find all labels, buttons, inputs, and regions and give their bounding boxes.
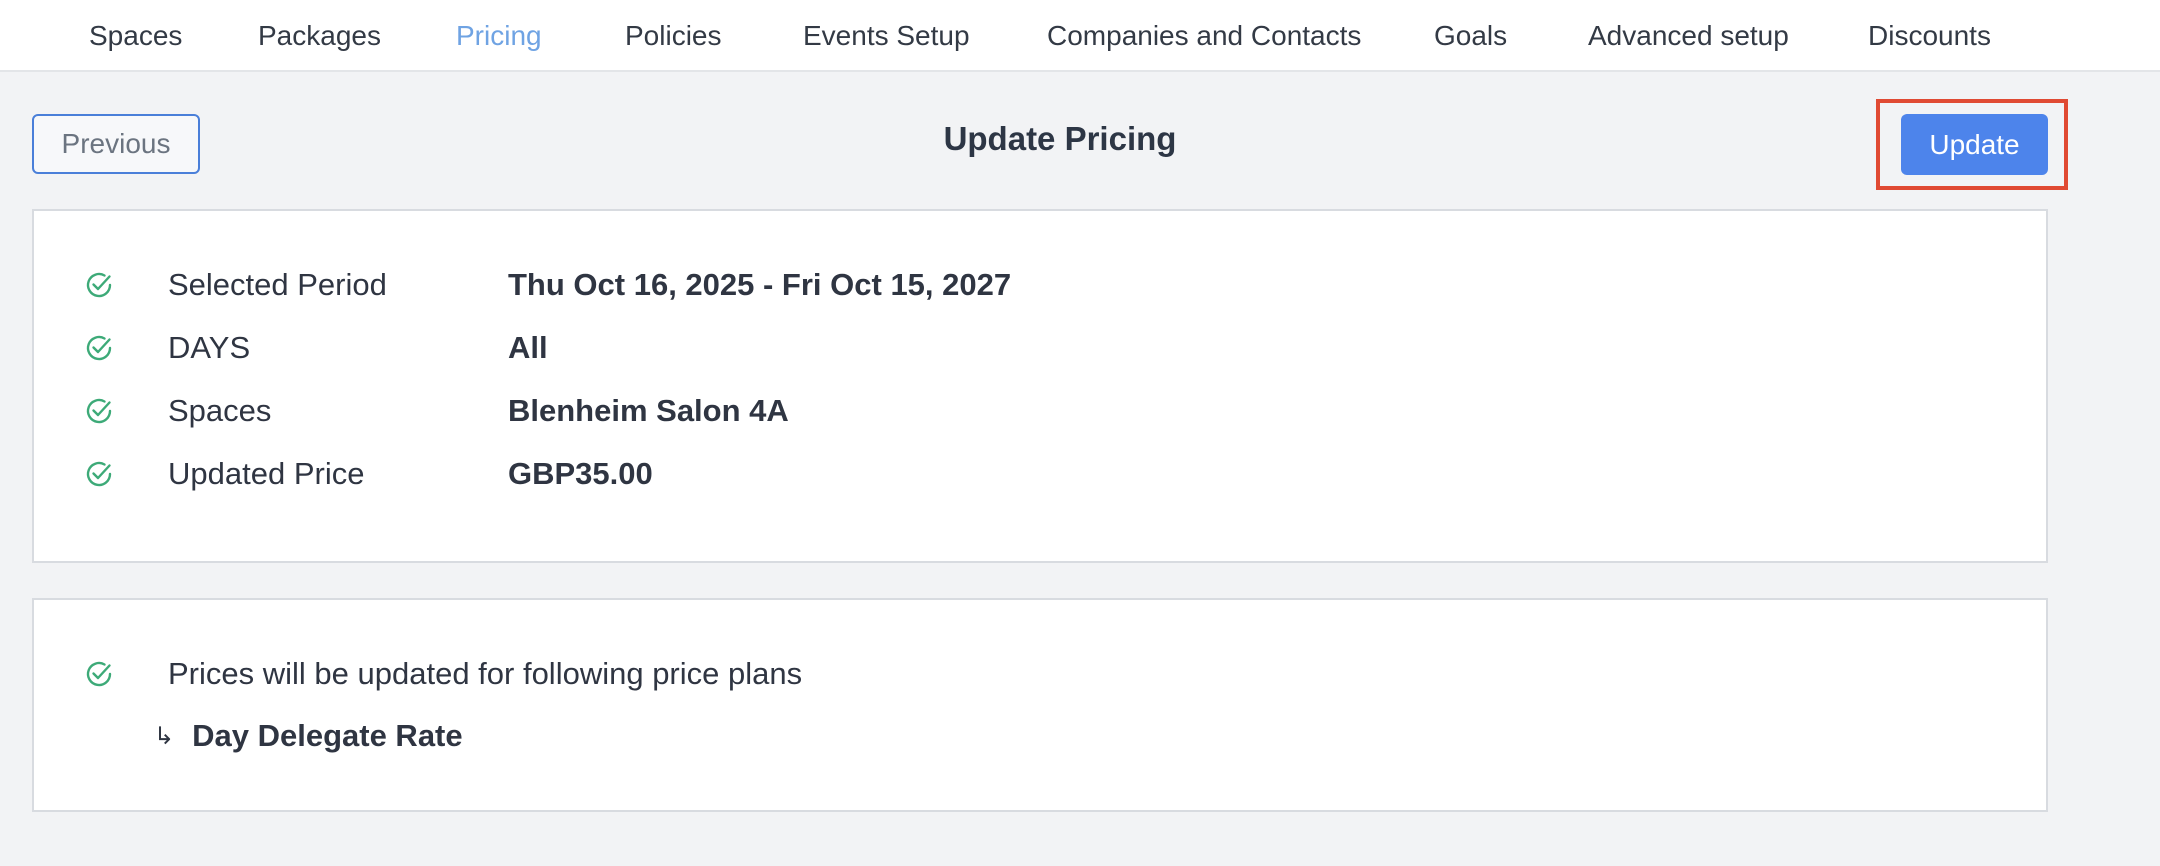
tab-advanced-setup[interactable]: Advanced setup — [1588, 20, 1789, 52]
days-label: DAYS — [168, 330, 251, 365]
tab-spaces[interactable]: Spaces — [89, 20, 182, 52]
summary-row-days: DAYS All — [84, 328, 548, 368]
price-plans-panel: Prices will be updated for following pri… — [32, 598, 2048, 812]
summary-row-price: Updated Price GBP35.00 — [84, 454, 653, 494]
page-title: Update Pricing — [943, 120, 1177, 157]
update-button[interactable]: Update — [1901, 114, 2048, 175]
period-label: Selected Period — [168, 267, 387, 302]
period-value: Thu Oct 16, 2025 - Fri Oct 15, 2027 — [508, 267, 1012, 302]
tab-companies-and-contacts[interactable]: Companies and Contacts — [1047, 20, 1361, 52]
check-circle-icon — [86, 398, 112, 424]
summary-row-spaces: Spaces Blenheim Salon 4A — [84, 391, 789, 431]
tab-discounts[interactable]: Discounts — [1868, 20, 1991, 52]
return-arrow-icon: ↳ — [154, 722, 175, 750]
check-circle-icon — [86, 335, 112, 361]
price-plans-message-row: Prices will be updated for following pri… — [84, 654, 802, 694]
price-plan-name: Day Delegate Rate — [192, 718, 463, 753]
tab-packages[interactable]: Packages — [258, 20, 381, 52]
spaces-value: Blenheim Salon 4A — [508, 393, 789, 428]
spaces-label: Spaces — [168, 393, 272, 428]
check-circle-icon — [86, 272, 112, 298]
tab-pricing[interactable]: Pricing — [456, 20, 542, 52]
check-circle-icon — [86, 661, 112, 687]
top-nav: Spaces Packages Pricing Policies Events … — [0, 0, 2160, 72]
price-plan-item: ↳ Day Delegate Rate — [154, 718, 463, 754]
tab-events-setup[interactable]: Events Setup — [803, 20, 970, 52]
updated-price-value: GBP35.00 — [508, 456, 653, 491]
updated-price-label: Updated Price — [168, 456, 365, 491]
tab-goals[interactable]: Goals — [1434, 20, 1507, 52]
tab-policies[interactable]: Policies — [625, 20, 721, 52]
days-value: All — [508, 330, 548, 365]
summary-panel: Selected Period Thu Oct 16, 2025 - Fri O… — [32, 209, 2048, 563]
check-circle-icon — [86, 461, 112, 487]
price-plans-message: Prices will be updated for following pri… — [168, 656, 803, 691]
summary-row-period: Selected Period Thu Oct 16, 2025 - Fri O… — [84, 265, 1011, 305]
